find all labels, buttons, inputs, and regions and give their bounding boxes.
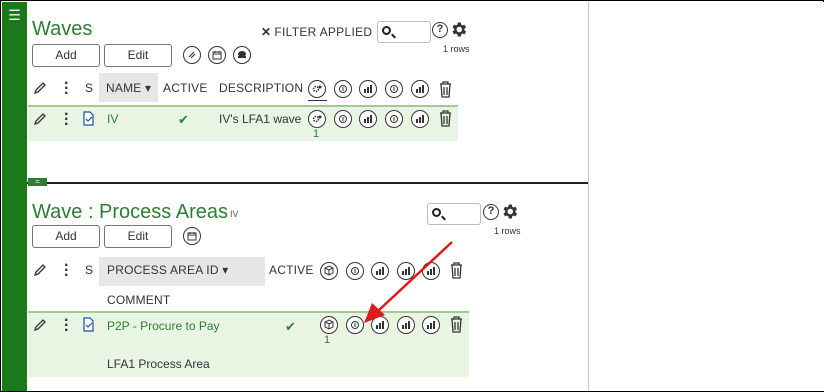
bar-chart-icon[interactable]: [411, 110, 429, 128]
trash-icon[interactable]: [438, 80, 453, 98]
bar-chart-icon[interactable]: [359, 110, 377, 128]
column-active: ACTIVE: [269, 263, 314, 277]
add-button[interactable]: Add: [32, 225, 100, 248]
trash-icon[interactable]: [438, 109, 453, 127]
page-title: Waves: [32, 18, 93, 40]
disk-icon[interactable]: [233, 46, 251, 64]
help-icon[interactable]: ?: [432, 22, 448, 38]
filter-applied-chip[interactable]: ✕ FILTER APPLIED: [261, 25, 372, 39]
search-icon: [382, 26, 391, 35]
calendar-icon[interactable]: [208, 46, 226, 64]
search-input[interactable]: [427, 203, 481, 225]
document-status-icon: [83, 317, 94, 332]
column-description: DESCRIPTION: [219, 81, 304, 95]
more-vertical-icon[interactable]: · · ·: [64, 313, 69, 339]
filter-applied-label: FILTER APPLIED: [274, 25, 373, 39]
info-icon[interactable]: [385, 80, 403, 98]
edit-button[interactable]: Edit: [104, 225, 172, 248]
settings-gears-icon[interactable]: [308, 110, 326, 128]
count-badge: 1: [313, 128, 320, 140]
pencil-icon: [33, 264, 46, 277]
pencil-icon[interactable]: [33, 318, 47, 332]
calendar-icon[interactable]: [183, 227, 201, 245]
more-vertical-icon[interactable]: · · ·: [64, 258, 69, 284]
document-status-icon: [83, 111, 94, 126]
resize-handle[interactable]: =: [28, 178, 47, 186]
column-s: S: [85, 81, 94, 95]
bar-chart-icon[interactable]: [359, 80, 377, 98]
column-active: ACTIVE: [163, 81, 208, 95]
menu-icon[interactable]: ☰: [2, 8, 27, 22]
column-process-area-id[interactable]: PROCESS AREA ID ▾: [107, 263, 228, 277]
app-window: ☰ Waves ✕ FILTER APPLIED ? 1 rows Add Edi…: [0, 0, 824, 392]
help-icon[interactable]: ?: [483, 204, 499, 220]
section-subtitle: IV: [230, 209, 239, 219]
close-icon[interactable]: ✕: [261, 25, 271, 39]
info-icon[interactable]: [334, 80, 352, 98]
rows-count: 1 rows: [443, 44, 470, 54]
edit-button[interactable]: Edit: [104, 44, 172, 67]
pencil-icon[interactable]: [33, 112, 47, 126]
annotation-arrow-icon: [364, 241, 453, 323]
info-icon[interactable]: [334, 110, 352, 128]
process-area-id[interactable]: P2P - Procure to Pay: [107, 319, 220, 333]
section-title: Wave : Process Areas: [32, 201, 228, 223]
rows-count: 1 rows: [494, 226, 521, 236]
count-badge: 1: [324, 334, 331, 346]
more-vertical-icon[interactable]: · · ·: [64, 107, 69, 133]
sidebar: ☰: [2, 2, 27, 391]
bar-chart-icon[interactable]: [411, 80, 429, 98]
copy-icon[interactable]: [183, 46, 201, 64]
search-icon: [432, 208, 441, 217]
right-blank-pane: [588, 2, 824, 391]
column-s: S: [85, 263, 94, 277]
gear-icon[interactable]: [449, 20, 468, 39]
pencil-icon: [33, 82, 46, 95]
search-input[interactable]: [377, 21, 431, 43]
active-checkmark-icon: ✔: [285, 319, 296, 334]
cube-icon[interactable]: [320, 316, 338, 334]
add-button[interactable]: Add: [32, 44, 100, 67]
cube-icon[interactable]: [320, 262, 338, 280]
process-area-comment: LFA1 Process Area: [107, 357, 210, 371]
underline: [308, 100, 327, 101]
gear-icon[interactable]: [500, 202, 519, 221]
wave-name[interactable]: IV: [107, 112, 118, 126]
column-name[interactable]: NAME ▾: [106, 81, 151, 95]
info-icon[interactable]: [385, 110, 403, 128]
wave-description: IV's LFA1 wave: [219, 112, 302, 126]
settings-gears-icon[interactable]: [308, 80, 326, 98]
active-checkmark-icon: ✔: [178, 112, 189, 127]
panel-divider[interactable]: [27, 182, 588, 184]
column-comment: COMMENT: [107, 293, 171, 307]
more-vertical-icon[interactable]: · · ·: [64, 76, 69, 102]
